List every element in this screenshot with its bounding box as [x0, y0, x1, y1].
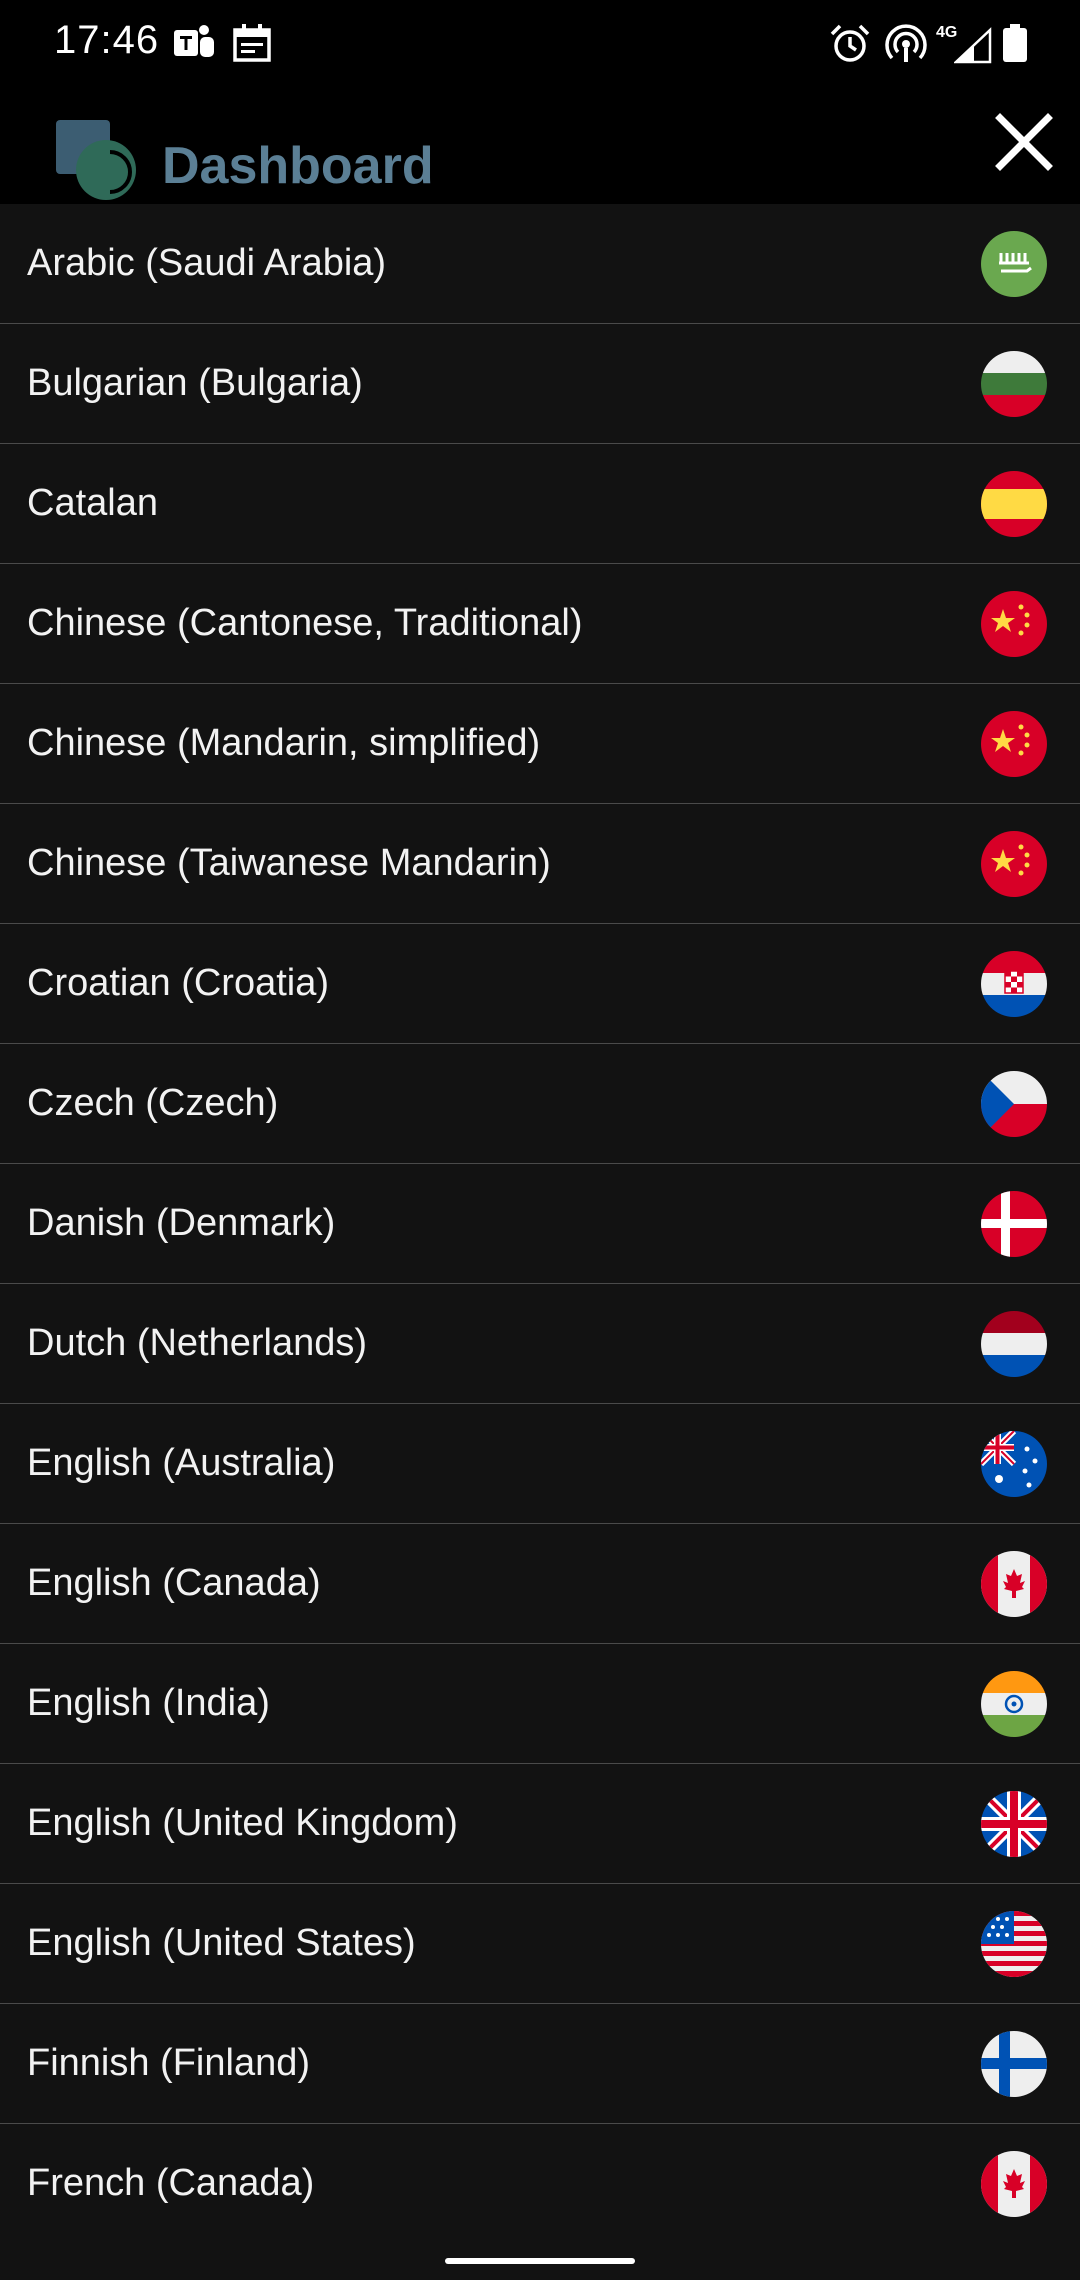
language-item-english-canada[interactable]: English (Canada)	[0, 1524, 1080, 1644]
language-item-chinese-taiwanese[interactable]: Chinese (Taiwanese Mandarin)	[0, 804, 1080, 924]
flag-saudi-arabia-icon	[981, 231, 1047, 297]
flag-china-icon	[981, 591, 1047, 657]
language-item-catalan[interactable]: Catalan	[0, 444, 1080, 564]
home-indicator[interactable]	[445, 2258, 635, 2264]
teams-icon	[174, 25, 214, 57]
language-item-french-canada[interactable]: French (Canada)	[0, 2124, 1080, 2236]
language-label: Dutch (Netherlands)	[27, 1322, 368, 1364]
language-label: Finnish (Finland)	[27, 2042, 310, 2084]
language-list: Arabic (Saudi Arabia) Bulgarian (Bulgari…	[0, 204, 1080, 2236]
language-label: English (United Kingdom)	[27, 1802, 458, 1844]
language-item-chinese-mandarin[interactable]: Chinese (Mandarin, simplified)	[0, 684, 1080, 804]
flag-denmark-icon	[981, 1191, 1047, 1257]
language-item-croatian[interactable]: Croatian (Croatia)	[0, 924, 1080, 1044]
flag-uk-icon	[981, 1791, 1047, 1857]
app-header: Dashboard	[0, 90, 1080, 204]
language-label: Chinese (Mandarin, simplified)	[27, 722, 541, 764]
language-label: Chinese (Taiwanese Mandarin)	[27, 842, 551, 884]
page-title: Dashboard	[162, 137, 434, 195]
language-item-arabic[interactable]: Arabic (Saudi Arabia)	[0, 204, 1080, 324]
hotspot-icon	[885, 24, 927, 62]
language-label: Chinese (Cantonese, Traditional)	[27, 602, 583, 644]
flag-canada-icon	[981, 1551, 1047, 1617]
language-label: English (Canada)	[27, 1562, 321, 1604]
calendar-icon	[233, 24, 271, 62]
language-label: Arabic (Saudi Arabia)	[27, 242, 387, 284]
language-item-chinese-cantonese[interactable]: Chinese (Cantonese, Traditional)	[0, 564, 1080, 684]
flag-croatia-icon	[981, 951, 1047, 1017]
language-item-english-india[interactable]: English (India)	[0, 1644, 1080, 1764]
language-label: Czech (Czech)	[27, 1082, 279, 1124]
dashboard-logo-icon	[56, 120, 136, 200]
language-label: Danish (Denmark)	[27, 1202, 336, 1244]
navigation-bar	[0, 2236, 1080, 2280]
flag-spain-icon	[981, 471, 1047, 537]
flag-china-icon	[981, 711, 1047, 777]
language-item-danish[interactable]: Danish (Denmark)	[0, 1164, 1080, 1284]
language-item-english-australia[interactable]: English (Australia)	[0, 1404, 1080, 1524]
language-label: English (United States)	[27, 1922, 416, 1964]
battery-icon	[1003, 24, 1027, 62]
flag-australia-icon	[981, 1431, 1047, 1497]
flag-india-icon	[981, 1671, 1047, 1737]
flag-netherlands-icon	[981, 1311, 1047, 1377]
language-item-english-uk[interactable]: English (United Kingdom)	[0, 1764, 1080, 1884]
flag-canada-icon	[981, 2151, 1047, 2217]
language-item-english-us[interactable]: English (United States)	[0, 1884, 1080, 2004]
status-time: 17:46	[54, 18, 160, 62]
flag-usa-icon	[981, 1911, 1047, 1977]
language-item-finnish[interactable]: Finnish (Finland)	[0, 2004, 1080, 2124]
flag-finland-icon	[981, 2031, 1047, 2097]
language-item-czech[interactable]: Czech (Czech)	[0, 1044, 1080, 1164]
language-label: English (India)	[27, 1682, 270, 1724]
language-label: French (Canada)	[27, 2162, 315, 2204]
flag-czech-icon	[981, 1071, 1047, 1137]
language-label: English (Australia)	[27, 1442, 336, 1484]
alarm-icon	[830, 24, 870, 62]
language-item-bulgarian[interactable]: Bulgarian (Bulgaria)	[0, 324, 1080, 444]
close-icon[interactable]	[992, 110, 1056, 174]
language-label: Catalan	[27, 482, 158, 524]
status-bar: 17:46 4G	[0, 0, 1080, 90]
language-item-dutch[interactable]: Dutch (Netherlands)	[0, 1284, 1080, 1404]
language-label: Bulgarian (Bulgaria)	[27, 362, 363, 404]
flag-china-icon	[981, 831, 1047, 897]
language-label: Croatian (Croatia)	[27, 962, 329, 1004]
signal-icon	[954, 27, 992, 64]
flag-bulgaria-icon	[981, 351, 1047, 417]
